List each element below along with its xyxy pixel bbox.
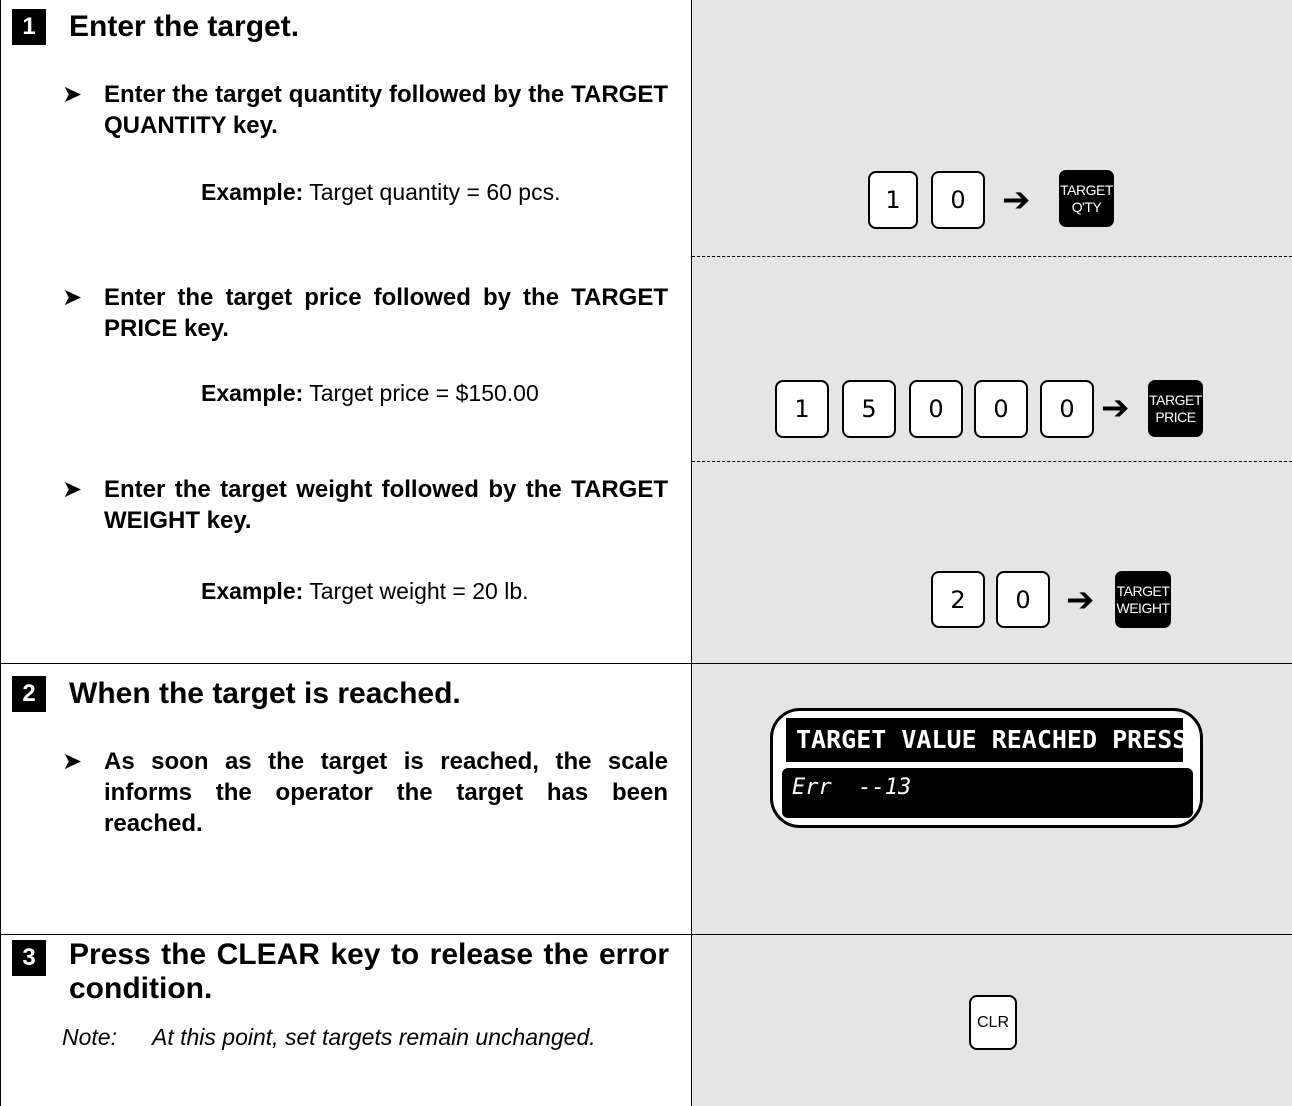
arrow-right-icon: ➔ bbox=[1101, 388, 1130, 428]
dashed-divider-2 bbox=[692, 461, 1292, 462]
key-digit[interactable]: 0 bbox=[909, 380, 963, 438]
arrow-right-icon: ➔ bbox=[1002, 180, 1031, 220]
key-digit[interactable]: 0 bbox=[1040, 380, 1094, 438]
step-number-3: 3 bbox=[12, 940, 46, 976]
step-number-1: 1 bbox=[12, 9, 46, 45]
instruction-target-price: ➤ Enter the target price followed by the… bbox=[62, 284, 668, 342]
note: Note: At this point, set targets remain u… bbox=[62, 1024, 596, 1050]
key-digit[interactable]: 1 bbox=[868, 171, 918, 229]
step-heading-1: Enter the target. bbox=[69, 10, 300, 43]
bullet-arrow-icon: ➤ bbox=[62, 284, 83, 311]
bullet-arrow-icon: ➤ bbox=[62, 476, 83, 503]
key-digit[interactable]: 2 bbox=[931, 571, 985, 628]
instruction-target-quantity: ➤ Enter the target quantity followed by … bbox=[62, 81, 668, 139]
bullet-arrow-icon: ➤ bbox=[62, 748, 83, 775]
instruction-target-weight: ➤ Enter the target weight followed by th… bbox=[62, 476, 668, 534]
step-heading-3: Press the CLEAR key to release the error… bbox=[69, 938, 669, 1005]
key-digit[interactable]: 0 bbox=[974, 380, 1028, 438]
key-digit[interactable]: 5 bbox=[842, 380, 896, 438]
display-message: TARGET VALUE REACHED PRESS [OK] bbox=[786, 718, 1183, 762]
instruction-target-reached: ➤ As soon as the target is reached, the … bbox=[62, 748, 668, 837]
display-error-code: Err --13 bbox=[782, 768, 1193, 818]
illustration-pane bbox=[692, 0, 1292, 1106]
target-qty-key[interactable]: TARGET Q'TY bbox=[1059, 170, 1114, 227]
arrow-right-icon: ➔ bbox=[1066, 580, 1095, 620]
step-heading-2: When the target is reached. bbox=[69, 677, 461, 710]
bullet-arrow-icon: ➤ bbox=[62, 81, 83, 108]
step-number-2: 2 bbox=[12, 676, 46, 712]
example-target-price: Example: Target price = $150.00 bbox=[201, 380, 539, 406]
key-digit[interactable]: 1 bbox=[775, 380, 829, 438]
example-target-quantity: Example: Target quantity = 60 pcs. bbox=[201, 179, 561, 205]
step-divider-1 bbox=[0, 663, 1292, 664]
column-divider bbox=[691, 0, 692, 1106]
dashed-divider-1 bbox=[692, 256, 1292, 257]
step-divider-2 bbox=[0, 934, 1292, 935]
key-digit[interactable]: 0 bbox=[931, 171, 985, 229]
key-digit[interactable]: 0 bbox=[996, 571, 1050, 628]
target-weight-key[interactable]: TARGET WEIGHT bbox=[1115, 571, 1171, 628]
example-target-weight: Example: Target weight = 20 lb. bbox=[201, 578, 529, 604]
target-price-key[interactable]: TARGET PRICE bbox=[1148, 380, 1203, 437]
clr-key[interactable]: CLR bbox=[969, 995, 1017, 1050]
left-border bbox=[0, 0, 1, 1106]
